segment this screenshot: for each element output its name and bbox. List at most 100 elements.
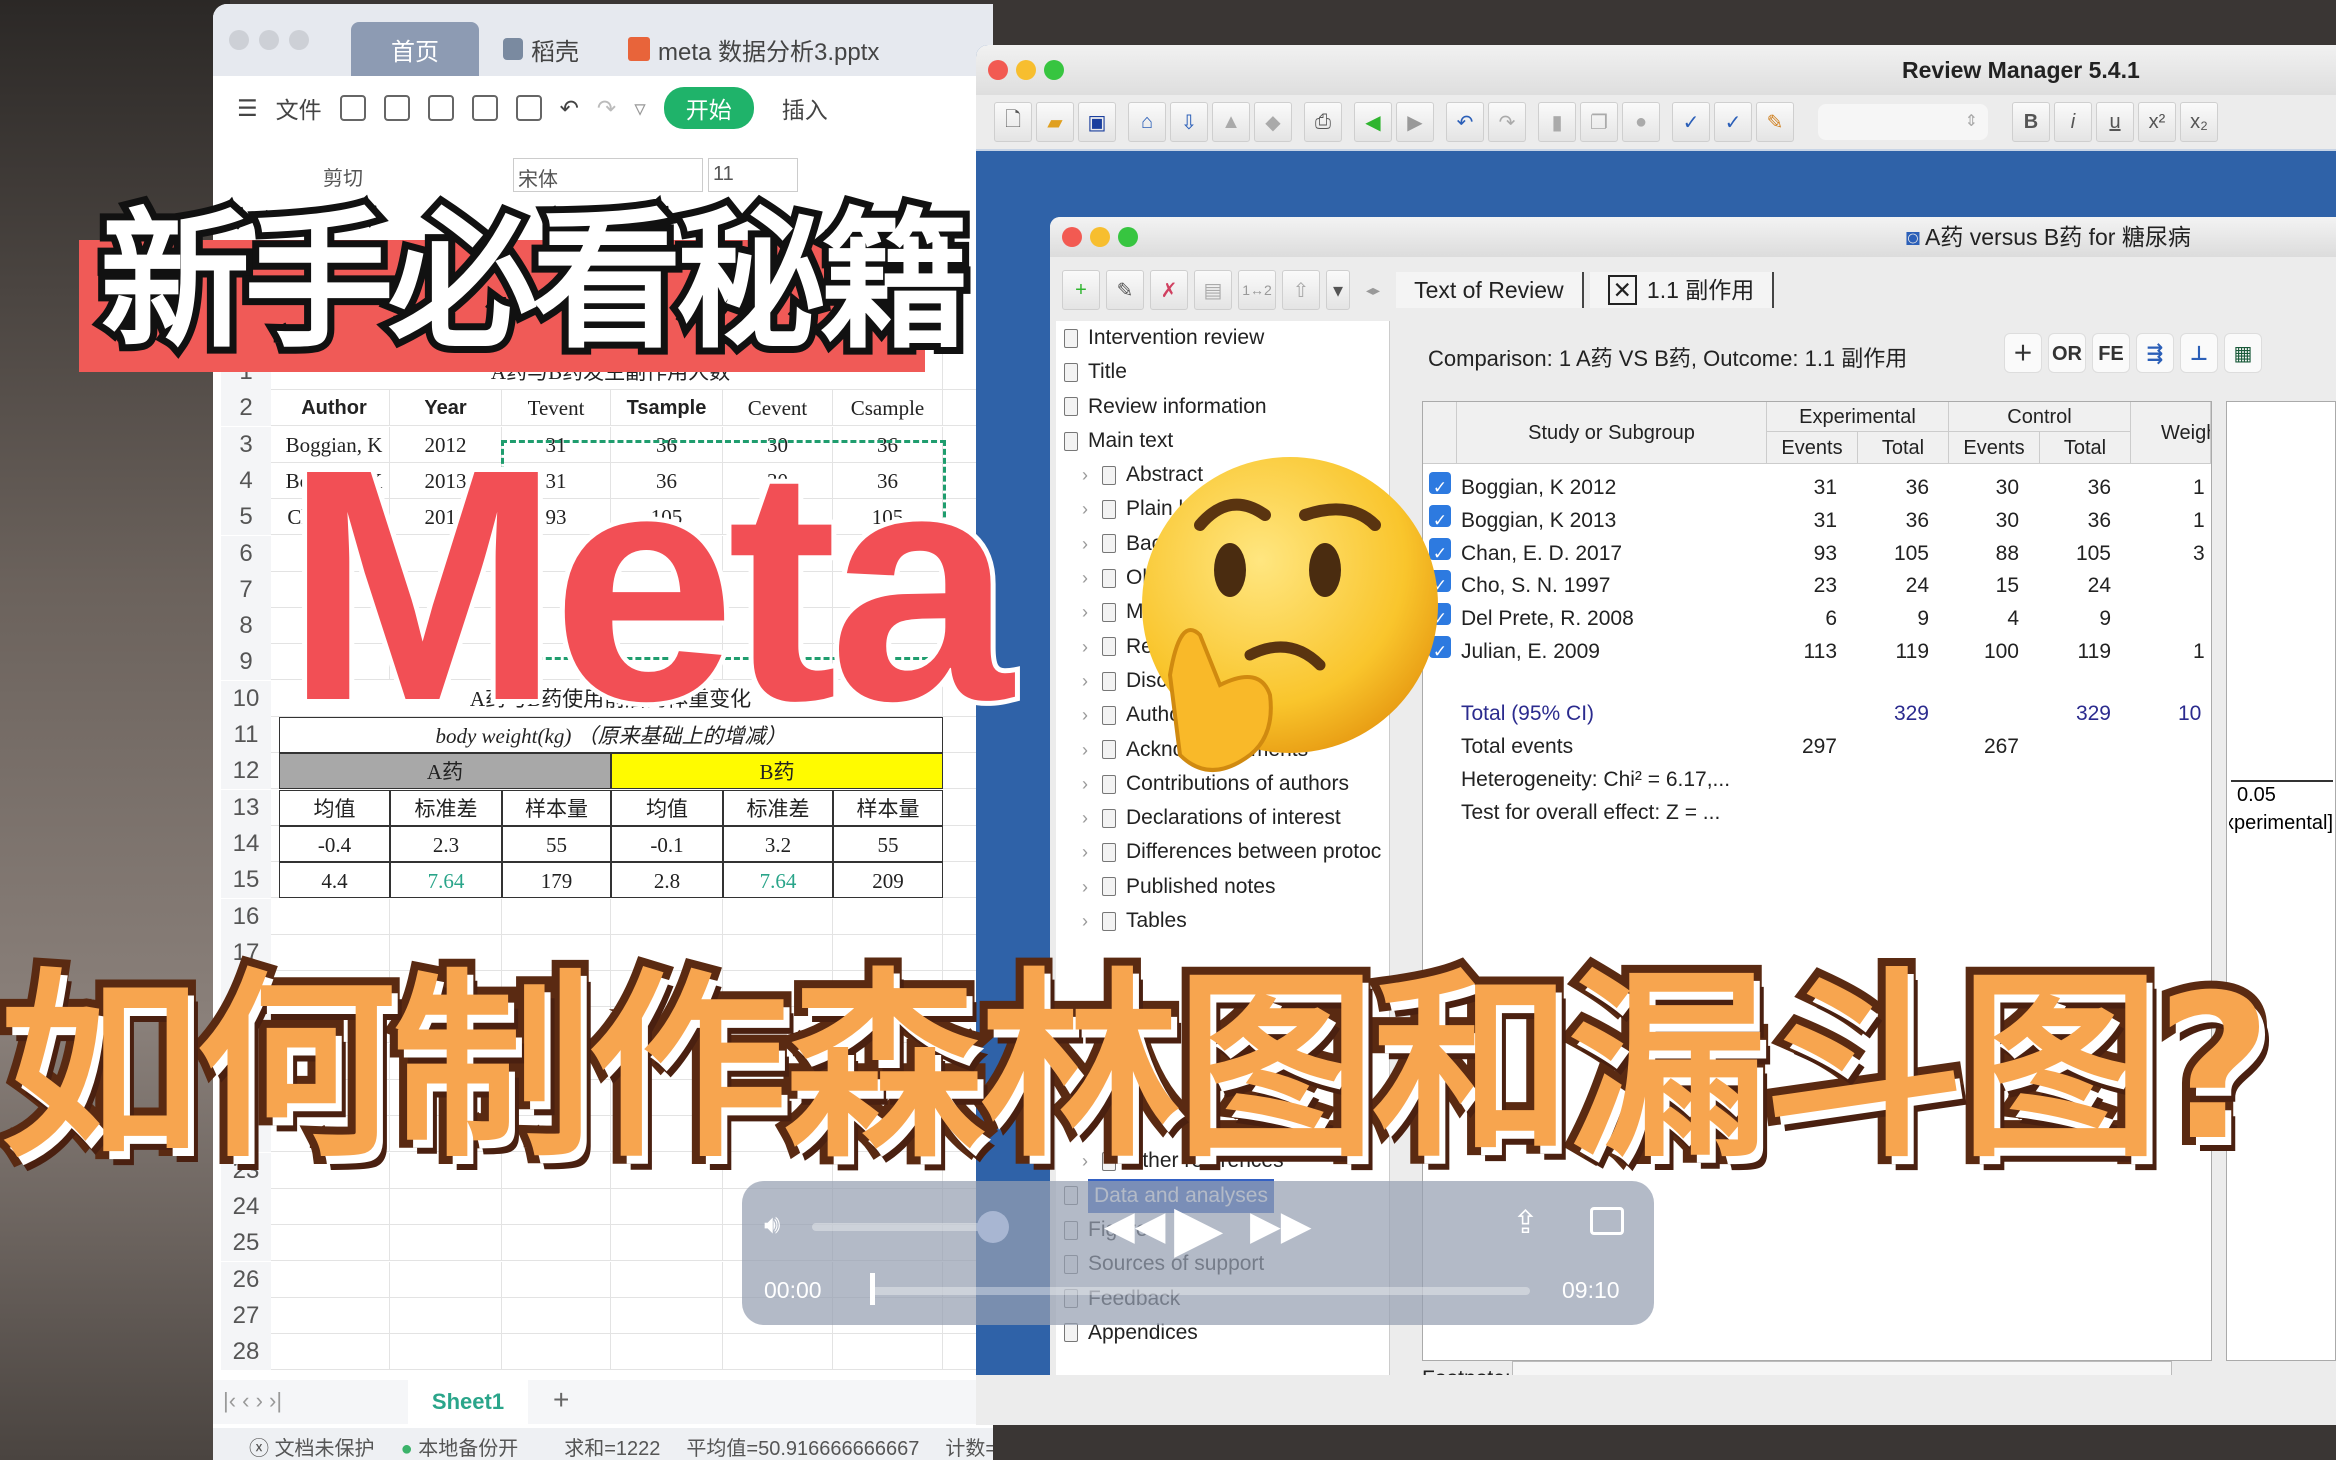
underline-button[interactable]: u	[2096, 102, 2134, 142]
picture-in-picture-icon[interactable]	[1590, 1207, 1624, 1235]
open-folder-icon[interactable]: ▰	[1036, 102, 1074, 142]
forward-arrow-icon[interactable]: ▶	[1396, 102, 1434, 142]
study-row[interactable]: ✓ Boggian, K 2013 31 36 30 36 1	[1423, 504, 2211, 538]
new-icon[interactable]: 🗋	[994, 102, 1032, 142]
chevron-right-icon[interactable]: ›	[1078, 458, 1092, 492]
chevron-right-icon[interactable]: ›	[1078, 767, 1092, 801]
row-number[interactable]: 7	[221, 571, 271, 608]
close-tab-icon[interactable]: ✕	[1607, 275, 1637, 305]
tree-item[interactable]: Review information	[1064, 390, 1382, 424]
study-row[interactable]: ✓ Chan, E. D. 2017 93 105 88 105 3	[1423, 537, 2211, 571]
row-number[interactable]: 12	[221, 753, 271, 790]
empty-cell[interactable]	[390, 1297, 502, 1334]
fe-button[interactable]: FE	[2092, 333, 2130, 373]
move-up-icon[interactable]: ⇧	[1282, 270, 1320, 310]
or-button[interactable]: OR	[2048, 333, 2086, 373]
pdf-icon[interactable]	[427, 95, 454, 121]
empty-cell[interactable]	[390, 1261, 502, 1298]
save-icon[interactable]: ▣	[1078, 102, 1116, 142]
chevron-right-icon[interactable]: ›	[1078, 733, 1092, 767]
annotate-icon[interactable]: ✎	[1756, 102, 1794, 142]
row-number[interactable]: 25	[221, 1225, 271, 1262]
data-cell[interactable]: 7.64	[390, 862, 502, 899]
empty-cell[interactable]	[611, 1225, 723, 1262]
edit-icon[interactable]: ✎	[1106, 270, 1144, 310]
header-study[interactable]: Study or Subgroup	[1457, 402, 1767, 464]
zoom-dot[interactable]	[289, 30, 309, 50]
superscript-button[interactable]: x²	[2138, 102, 2176, 142]
chevron-right-icon[interactable]: ›	[1078, 595, 1092, 629]
share-icon[interactable]: ⇪	[1512, 1203, 1539, 1241]
data-cell[interactable]: 209	[833, 862, 943, 899]
tree-item[interactable]: Intervention review	[1064, 321, 1382, 355]
add-study-icon[interactable]: ＋	[2004, 333, 2042, 373]
sub-header-cell[interactable]: 标准差	[390, 789, 502, 826]
undo-icon[interactable]: ↶	[1446, 102, 1484, 142]
add-icon[interactable]: +	[1062, 270, 1100, 310]
abc-check-icon[interactable]: ✓	[1714, 102, 1752, 142]
data-cell[interactable]: 4.4	[279, 862, 390, 899]
empty-cell[interactable]	[611, 1261, 723, 1298]
data-cell[interactable]: -0.4	[279, 825, 390, 862]
funnel-plot-icon[interactable]: ⊥	[2180, 333, 2218, 373]
data-cell[interactable]: 55	[502, 825, 611, 862]
row-number[interactable]: 15	[221, 862, 271, 899]
more-icon[interactable]: ▿	[634, 95, 646, 122]
volume-icon[interactable]: 🔊︎	[764, 1209, 780, 1241]
properties-icon[interactable]: ▤	[1194, 270, 1232, 310]
empty-cell[interactable]	[390, 1225, 502, 1262]
cut-icon[interactable]: ▮	[1538, 102, 1576, 142]
preview-icon[interactable]	[515, 95, 542, 121]
seek-handle[interactable]	[870, 1273, 875, 1305]
row-number[interactable]: 5	[221, 499, 271, 536]
chevron-right-icon[interactable]: ›	[1078, 630, 1092, 664]
sub-header-cell[interactable]: 标准差	[723, 789, 833, 826]
tree-item[interactable]: › Published notes	[1064, 870, 1382, 904]
up-icon[interactable]: ▲	[1212, 102, 1250, 142]
empty-cell[interactable]	[279, 1334, 390, 1371]
zoom-button[interactable]	[1118, 227, 1138, 247]
tab-scroll-arrows[interactable]: ◂▸	[1366, 282, 1380, 299]
row-number[interactable]: 13	[221, 789, 271, 826]
chevron-right-icon[interactable]: ›	[1078, 801, 1092, 835]
import-icon[interactable]: ⇩	[1170, 102, 1208, 142]
row-number[interactable]: 4	[221, 462, 271, 499]
zoom-button[interactable]	[1044, 60, 1064, 80]
row-number[interactable]: 8	[221, 608, 271, 645]
sub-header-cell[interactable]: 均值	[279, 789, 390, 826]
chevron-right-icon[interactable]: ›	[1078, 527, 1092, 561]
chevron-right-icon[interactable]: ›	[1078, 698, 1092, 732]
volume-slider[interactable]	[812, 1223, 1002, 1231]
hamburger-icon[interactable]: ☰	[237, 95, 258, 122]
row-number[interactable]: 27	[221, 1297, 271, 1334]
chevron-right-icon[interactable]: ›	[1078, 835, 1092, 869]
volume-knob[interactable]	[976, 1211, 1009, 1243]
delete-icon[interactable]: ✗	[1150, 270, 1188, 310]
empty-cell[interactable]	[723, 1334, 833, 1371]
sheet-nav-arrows[interactable]: |‹ ‹ › ›|	[223, 1388, 282, 1414]
add-sheet-button[interactable]: +	[553, 1384, 569, 1416]
start-tab[interactable]: 开始	[663, 87, 754, 129]
empty-cell[interactable]	[502, 1261, 611, 1298]
close-dot[interactable]	[229, 30, 249, 50]
file-menu[interactable]: 文件	[276, 91, 322, 125]
empty-cell[interactable]	[279, 1297, 390, 1334]
sub-header-cell[interactable]: 样本量	[502, 789, 611, 826]
italic-button[interactable]: i	[2054, 102, 2092, 142]
tree-item[interactable]: › Differences between protocol and review	[1064, 835, 1382, 869]
row-number[interactable]: 26	[221, 1261, 271, 1298]
chevron-right-icon[interactable]: ›	[1078, 870, 1092, 904]
empty-cell[interactable]	[502, 1297, 611, 1334]
seek-bar[interactable]	[870, 1287, 1530, 1295]
tab-1-1[interactable]: ✕ 1.1 副作用	[1589, 272, 1775, 308]
undo-icon[interactable]: ↶	[560, 95, 579, 122]
empty-cell[interactable]	[502, 1334, 611, 1371]
style-select[interactable]: ⇕	[1818, 104, 1988, 140]
empty-cell[interactable]	[833, 1334, 943, 1371]
study-row[interactable]: ✓ Boggian, K 2012 31 36 30 36 1	[1423, 472, 2211, 505]
subscript-button[interactable]: x₂	[2180, 102, 2218, 142]
redo-icon[interactable]: ↷	[597, 95, 616, 122]
fast-forward-icon[interactable]: ▶▶	[1250, 1203, 1312, 1249]
empty-cell[interactable]	[502, 1225, 611, 1262]
row-number[interactable]: 28	[221, 1334, 271, 1371]
